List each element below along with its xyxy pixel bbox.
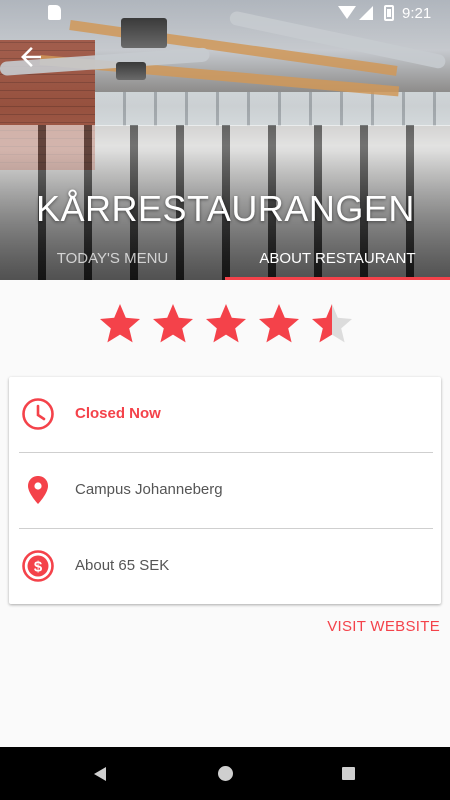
visit-website-button[interactable]: VISIT WEBSITE bbox=[320, 618, 440, 640]
opening-status: Closed Now bbox=[75, 405, 161, 422]
tab-about-restaurant[interactable]: ABOUT RESTAURANT bbox=[225, 236, 450, 280]
back-button[interactable] bbox=[16, 42, 46, 72]
restaurant-title: KÅRRESTAURANGEN bbox=[36, 188, 415, 229]
windows bbox=[95, 92, 450, 126]
star-rating bbox=[96, 300, 356, 348]
star-icon bbox=[206, 304, 246, 343]
arrow-back-icon bbox=[21, 47, 41, 67]
nav-back-icon[interactable] bbox=[94, 767, 106, 781]
price-text: About 65 SEK bbox=[75, 557, 170, 574]
info-card: Closed Now Campus Johanneberg $ About 65… bbox=[9, 377, 441, 604]
battery-charging-icon bbox=[384, 5, 394, 21]
wifi-icon bbox=[338, 6, 356, 19]
dollar-icon: $ bbox=[22, 550, 54, 582]
tab-indicator bbox=[225, 277, 450, 280]
location-text: Campus Johanneberg bbox=[75, 481, 223, 498]
ceiling-lamp bbox=[116, 62, 146, 80]
sd-card-icon bbox=[48, 5, 61, 20]
nav-home-icon[interactable] bbox=[218, 766, 233, 781]
nav-recents-icon[interactable] bbox=[342, 767, 355, 780]
status-time: 9:21 bbox=[402, 5, 432, 22]
opening-hours-row[interactable]: Closed Now bbox=[9, 377, 441, 452]
tab-todays-menu[interactable]: TODAY'S MENU bbox=[0, 236, 225, 280]
status-bar: 9:21 bbox=[0, 0, 450, 26]
star-icon bbox=[153, 304, 193, 343]
navigation-bar bbox=[0, 747, 450, 800]
location-row[interactable]: Campus Johanneberg bbox=[9, 453, 441, 528]
star-half-icon bbox=[312, 304, 352, 343]
clock-icon bbox=[22, 398, 54, 430]
location-pin-icon bbox=[28, 476, 48, 504]
svg-text:$: $ bbox=[34, 559, 43, 576]
signal-icon bbox=[359, 6, 373, 20]
tab-bar: TODAY'S MENU ABOUT RESTAURANT bbox=[0, 236, 450, 280]
price-row: $ About 65 SEK bbox=[9, 529, 441, 604]
star-icon bbox=[100, 304, 140, 343]
star-icon bbox=[259, 304, 299, 343]
